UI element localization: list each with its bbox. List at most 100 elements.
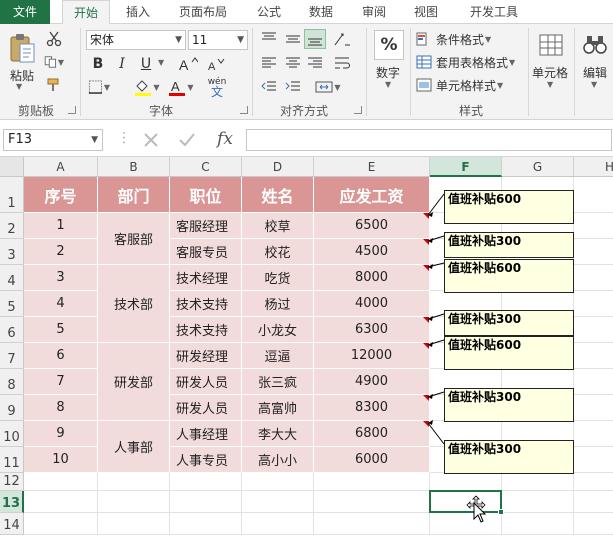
name-cell[interactable]: 高富帅 <box>242 395 314 421</box>
seq-cell[interactable]: 2 <box>24 239 98 265</box>
tab-developer[interactable]: 开发工具 <box>460 0 528 24</box>
borders-button[interactable]: ▼ <box>88 77 110 97</box>
font-launcher-icon[interactable] <box>240 106 248 114</box>
align-middle-button[interactable] <box>282 29 304 49</box>
insert-function-button[interactable]: fx <box>210 126 240 152</box>
enter-button[interactable] <box>174 127 200 153</box>
cancel-button[interactable] <box>138 127 164 153</box>
editing-button[interactable] <box>580 30 610 60</box>
position-cell[interactable]: 研发人员 <box>170 369 242 395</box>
tab-view[interactable]: 视图 <box>404 0 448 24</box>
align-bottom-button[interactable] <box>304 29 326 49</box>
department-cell[interactable]: 研发部 <box>98 343 170 421</box>
tab-home[interactable]: 开始 <box>62 0 110 25</box>
paste-dropdown-icon[interactable]: ▼ <box>16 82 22 91</box>
seq-cell[interactable]: 6 <box>24 343 98 369</box>
column-header-f[interactable]: F <box>430 157 502 177</box>
wrap-text-button[interactable] <box>330 53 354 73</box>
salary-cell[interactable]: 4500 <box>314 239 430 265</box>
formula-input[interactable] <box>246 129 612 151</box>
comment-note[interactable]: 值班补贴600 <box>444 336 574 370</box>
row-header-11[interactable]: 11 <box>0 447 24 473</box>
orientation-button[interactable] <box>330 29 354 49</box>
number-format-button[interactable]: % <box>374 30 404 60</box>
cells-dropdown-icon[interactable]: ▼ <box>547 80 553 89</box>
paste-button[interactable] <box>6 30 38 66</box>
table-header-cell[interactable]: 应发工资 <box>314 177 430 213</box>
tab-file[interactable]: 文件 <box>0 0 50 24</box>
row-header-8[interactable]: 8 <box>0 369 24 395</box>
name-box[interactable]: F13 ▼ <box>3 129 103 151</box>
seq-cell[interactable]: 7 <box>24 369 98 395</box>
active-cell-selection[interactable] <box>429 490 502 513</box>
salary-cell[interactable]: 4000 <box>314 291 430 317</box>
salary-cell[interactable]: 8000 <box>314 265 430 291</box>
cell-styles-button[interactable]: 单元格样式 ▼ <box>416 75 520 95</box>
fill-color-button[interactable]: ▼ <box>132 77 162 97</box>
column-header-g[interactable]: G <box>502 157 574 177</box>
tab-review[interactable]: 审阅 <box>352 0 396 24</box>
seq-cell[interactable]: 3 <box>24 265 98 291</box>
position-cell[interactable]: 客服专员 <box>170 239 242 265</box>
salary-cell[interactable]: 8300 <box>314 395 430 421</box>
underline-button[interactable]: U <box>136 54 156 74</box>
salary-cell[interactable]: 12000 <box>314 343 430 369</box>
italic-button[interactable]: I <box>112 54 132 74</box>
name-cell[interactable]: 吃货 <box>242 265 314 291</box>
row-header-2[interactable]: 2 <box>0 213 24 239</box>
salary-cell[interactable]: 6000 <box>314 447 430 473</box>
comment-note[interactable]: 值班补贴600 <box>444 190 574 224</box>
seq-cell[interactable]: 9 <box>24 421 98 447</box>
salary-cell[interactable]: 6500 <box>314 213 430 239</box>
format-painter-button[interactable] <box>44 75 64 95</box>
font-color-button[interactable]: A ▼ <box>166 77 196 97</box>
name-cell[interactable]: 高小小 <box>242 447 314 473</box>
tab-insert[interactable]: 插入 <box>116 0 160 24</box>
salary-cell[interactable]: 6300 <box>314 317 430 343</box>
row-header-10[interactable]: 10 <box>0 421 24 447</box>
name-cell[interactable]: 校草 <box>242 213 314 239</box>
align-right-button[interactable] <box>304 53 326 73</box>
row-header-13[interactable]: 13 <box>0 491 24 513</box>
table-header-cell[interactable]: 序号 <box>24 177 98 213</box>
seq-cell[interactable]: 8 <box>24 395 98 421</box>
comment-note[interactable]: 值班补贴300 <box>444 388 574 422</box>
decrease-font-button[interactable]: A <box>204 54 228 74</box>
position-cell[interactable]: 客服经理 <box>170 213 242 239</box>
position-cell[interactable]: 技术经理 <box>170 265 242 291</box>
row-header-9[interactable]: 9 <box>0 395 24 421</box>
column-header-h[interactable]: H <box>574 157 613 177</box>
fill-handle[interactable] <box>498 509 504 515</box>
align-top-button[interactable] <box>258 29 280 49</box>
comment-note[interactable]: 值班补贴300 <box>444 232 574 258</box>
position-cell[interactable]: 技术支持 <box>170 317 242 343</box>
phonetic-button[interactable]: wén 文 <box>202 75 232 99</box>
position-cell[interactable]: 人事专员 <box>170 447 242 473</box>
position-cell[interactable]: 研发人员 <box>170 395 242 421</box>
conditional-formatting-button[interactable]: 条件格式 ▼ <box>416 29 520 49</box>
name-cell[interactable]: 李大大 <box>242 421 314 447</box>
worksheet-grid[interactable]: A B C D E F G H 1 2 3 4 5 6 7 8 9 10 11 12 13 14 序号 部门 职位 姓名 应发工资客… <box>0 157 613 546</box>
name-cell[interactable]: 杨过 <box>242 291 314 317</box>
row-header-4[interactable]: 4 <box>0 265 24 291</box>
row-header-1[interactable]: 1 <box>0 177 24 213</box>
name-cell[interactable]: 小龙女 <box>242 317 314 343</box>
clipboard-launcher-icon[interactable] <box>68 106 76 114</box>
name-cell[interactable]: 逗逼 <box>242 343 314 369</box>
editing-dropdown-icon[interactable]: ▼ <box>591 80 597 89</box>
salary-cell[interactable]: 4900 <box>314 369 430 395</box>
column-header-c[interactable]: C <box>170 157 242 177</box>
font-name-combo[interactable]: 宋体 ▼ <box>86 30 186 50</box>
column-header-b[interactable]: B <box>98 157 170 177</box>
bold-button[interactable]: B <box>88 54 108 74</box>
increase-indent-button[interactable] <box>282 77 304 97</box>
salary-cell[interactable]: 6800 <box>314 421 430 447</box>
cut-button[interactable] <box>44 29 64 49</box>
row-header-12[interactable]: 12 <box>0 473 24 491</box>
underline-dropdown-icon[interactable]: ▼ <box>158 58 164 67</box>
row-header-5[interactable]: 5 <box>0 291 24 317</box>
comment-note[interactable]: 值班补贴300 <box>444 310 574 336</box>
format-as-table-button[interactable]: 套用表格格式 ▼ <box>416 52 528 72</box>
number-dropdown-icon[interactable]: ▼ <box>385 80 391 89</box>
seq-cell[interactable]: 5 <box>24 317 98 343</box>
